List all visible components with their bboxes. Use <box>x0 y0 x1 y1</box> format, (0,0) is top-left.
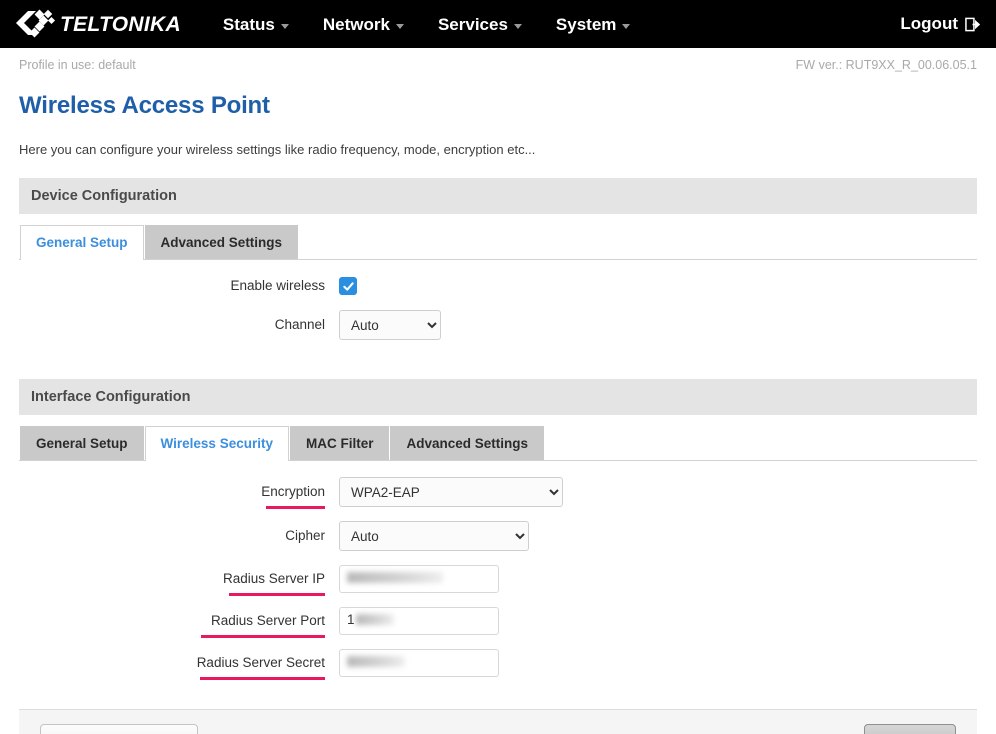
radius-server-port-label: Radius Server Port <box>19 611 339 638</box>
row-radius-server-ip: Radius Server IP <box>19 565 977 596</box>
checkmark-icon <box>342 281 354 291</box>
tab-device-general-setup-label: General Setup <box>36 235 128 250</box>
tab-device-advanced-settings[interactable]: Advanced Settings <box>144 225 299 259</box>
nav-item-system[interactable]: System <box>555 14 631 34</box>
radius-server-ip-input[interactable] <box>339 565 499 593</box>
cipher-label: Cipher <box>285 528 325 543</box>
page-title: Wireless Access Point <box>19 92 270 119</box>
profile-in-use: Profile in use: default <box>19 58 136 72</box>
chevron-down-icon <box>280 23 289 29</box>
row-encryption: Encryption WPA2-EAP <box>19 477 977 509</box>
encryption-select[interactable]: WPA2-EAP <box>339 477 563 507</box>
back-to-overview-button[interactable]: Back to Overview <box>40 724 198 734</box>
device-configuration-form: Enable wireless Channel Auto <box>19 260 977 358</box>
logout-button[interactable]: Logout <box>900 14 980 34</box>
logo-wordmark: TELTONIKA <box>60 12 181 36</box>
nav-item-network[interactable]: Network <box>323 16 404 33</box>
device-configuration-tabs: General Setup Advanced Settings <box>19 225 977 260</box>
tab-wireless-security-label: Wireless Security <box>160 436 273 451</box>
chevrons-logo-icon <box>16 9 56 38</box>
interface-configuration-tabs: General Setup Wireless Security MAC Filt… <box>19 426 977 461</box>
radius-server-secret-label: Radius Server Secret <box>19 653 339 680</box>
chevron-down-icon <box>622 23 631 29</box>
chevron-down-icon <box>513 23 522 29</box>
interface-configuration-header: Interface Configuration <box>19 379 977 415</box>
radius-server-port-wrapper: 1 <box>339 607 499 635</box>
form-footer: Back to Overview Save <box>19 709 977 734</box>
tab-interface-general-setup[interactable]: General Setup <box>20 426 144 460</box>
radius-server-port-input[interactable] <box>339 607 499 635</box>
logout-arrow-icon <box>965 17 980 31</box>
row-cipher: Cipher Auto <box>19 521 977 551</box>
tab-interface-general-setup-label: General Setup <box>36 436 128 451</box>
tab-device-general-setup[interactable]: General Setup <box>20 225 144 260</box>
page-content: Wireless Access Point Here you can confi… <box>0 92 996 734</box>
page-description: Here you can configure your wireless set… <box>19 142 536 157</box>
profile-firmware-bar: Profile in use: default FW ver.: RUT9XX_… <box>0 48 996 82</box>
radius-server-ip-label: Radius Server IP <box>19 569 339 596</box>
nav-item-status[interactable]: Status <box>223 16 289 33</box>
logout-label: Logout <box>900 14 958 33</box>
enable-wireless-label: Enable wireless <box>230 278 325 293</box>
teltonika-logo[interactable]: TELTONIKA <box>14 9 181 39</box>
top-navigation-bar: TELTONIKA Status Network Services System… <box>0 0 996 48</box>
tab-wireless-security[interactable]: Wireless Security <box>144 426 289 461</box>
save-button[interactable]: Save <box>864 724 956 734</box>
row-channel: Channel Auto <box>19 310 977 340</box>
nav-item-system-label: System <box>555 14 617 34</box>
radius-server-ip-wrapper <box>339 565 499 593</box>
radius-server-secret-wrapper <box>339 649 499 677</box>
nav-item-services-label: Services <box>437 14 508 34</box>
wireless-security-form: Encryption WPA2-EAP Cipher Auto Radius S… <box>19 461 977 695</box>
channel-select[interactable]: Auto <box>339 310 441 340</box>
firmware-version: FW ver.: RUT9XX_R_00.06.05.1 <box>795 58 977 72</box>
cipher-select[interactable]: Auto <box>339 521 529 551</box>
row-radius-server-port: Radius Server Port 1 <box>19 607 977 638</box>
row-radius-server-secret: Radius Server Secret <box>19 649 977 680</box>
chevron-down-icon <box>395 23 404 29</box>
tab-mac-filter-label: MAC Filter <box>305 436 374 451</box>
nav-item-services[interactable]: Services <box>438 16 522 33</box>
device-configuration-header: Device Configuration <box>19 178 977 214</box>
tab-device-advanced-settings-label: Advanced Settings <box>160 235 283 250</box>
enable-wireless-checkbox[interactable] <box>339 277 357 295</box>
encryption-label: Encryption <box>19 482 339 509</box>
main-nav: Status Network Services System <box>223 14 631 34</box>
nav-item-status-label: Status <box>222 14 275 34</box>
tab-interface-advanced-settings-label: Advanced Settings <box>406 436 528 451</box>
nav-item-network-label: Network <box>322 14 390 34</box>
row-enable-wireless: Enable wireless <box>19 276 977 296</box>
channel-label: Channel <box>274 317 325 332</box>
radius-server-secret-input[interactable] <box>339 649 499 677</box>
tab-mac-filter[interactable]: MAC Filter <box>289 426 390 460</box>
tab-interface-advanced-settings[interactable]: Advanced Settings <box>390 426 544 460</box>
